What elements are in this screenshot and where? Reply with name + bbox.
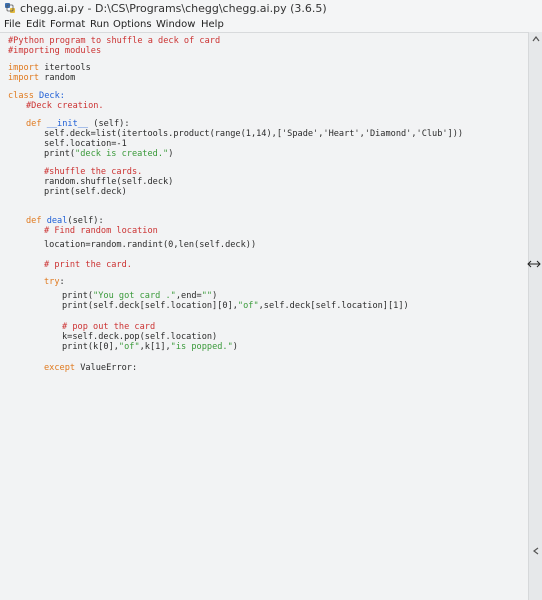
keyword: import (8, 63, 40, 73)
string-literal: "You got card ." (93, 291, 176, 301)
chevron-up-icon[interactable] (531, 34, 541, 44)
code-line-15: #shuffle the cards. (44, 167, 143, 177)
window-title: chegg.ai.py - D:\CS\Programs\chegg\chegg… (20, 2, 327, 15)
code-text: ,self.deck[self.location][1]) (258, 301, 409, 311)
code-editor[interactable]: #Python program to shuffle a deck of car… (0, 32, 528, 600)
code-text: itertools (39, 63, 91, 73)
resize-handle-icon[interactable] (527, 259, 541, 269)
chevron-down-icon[interactable] (531, 546, 541, 556)
code-text: ValueError: (75, 363, 138, 373)
string-literal: "" (201, 291, 213, 301)
code-line-7: class Deck: (8, 91, 65, 101)
code-line-13: print("deck is created.") (44, 149, 173, 159)
menu-bar: File Edit Format Run Options Window Help (0, 18, 542, 32)
string-literal: "of" (118, 342, 140, 352)
menu-run[interactable]: Run (90, 19, 109, 30)
class-name: Deck: (33, 91, 65, 101)
code-text: ,end= (175, 291, 202, 301)
code-line-2: #importing modules (8, 46, 102, 56)
vertical-scrollbar[interactable] (528, 32, 542, 600)
code-line-26: print("You got card .",end="") (62, 291, 217, 301)
code-text: ) (168, 149, 174, 159)
code-line-24: # print the card. (44, 260, 132, 270)
code-line-16: random.shuffle(self.deck) (44, 177, 174, 187)
code-line-30: k=self.deck.pop(self.location) (62, 332, 218, 342)
title-bar[interactable]: chegg.ai.py - D:\CS\Programs\chegg\chegg… (0, 0, 542, 18)
keyword: try (44, 277, 60, 287)
code-text: print(k[0], (62, 342, 119, 352)
code-line-1: #Python program to shuffle a deck of car… (8, 36, 221, 46)
idle-window: chegg.ai.py - D:\CS\Programs\chegg\chegg… (0, 0, 542, 600)
code-line-17: print(self.deck) (44, 187, 127, 197)
string-literal: "of" (237, 301, 259, 311)
python-idle-icon (5, 3, 15, 13)
menu-edit[interactable]: Edit (26, 19, 45, 30)
code-line-31: print(k[0],"of",k[1],"is popped.") (62, 342, 238, 352)
code-line-27: print(self.deck[self.location][0],"of",s… (62, 301, 409, 311)
keyword: def (26, 216, 42, 226)
code-line-4: import itertools (8, 63, 91, 73)
code-line-8: #Deck creation. (26, 101, 104, 111)
code-text: print(self.deck[self.location][0], (62, 301, 238, 311)
menu-file[interactable]: File (4, 19, 21, 30)
code-line-33: except ValueError: (44, 363, 137, 373)
menu-options[interactable]: Options (113, 19, 152, 30)
code-text: ) (212, 291, 218, 301)
code-text: random (39, 73, 76, 83)
menu-window[interactable]: Window (156, 19, 195, 30)
code-line-25: try: (44, 277, 65, 287)
function-name: __init__ (41, 119, 89, 129)
menu-help[interactable]: Help (201, 19, 224, 30)
code-text: print( (62, 291, 94, 301)
keyword: import (8, 73, 40, 83)
code-line-5: import random (8, 73, 75, 83)
string-literal: "deck is created." (75, 149, 169, 159)
code-line-11: self.deck=list(itertools.product(range(1… (44, 129, 464, 139)
code-text: (self): (67, 216, 104, 226)
keyword: def (26, 119, 42, 129)
code-text: : (59, 277, 65, 287)
code-text: (self): (88, 119, 130, 129)
code-line-21: # Find random location (44, 226, 158, 236)
keyword: except (44, 363, 76, 373)
code-line-29: # pop out the card (62, 322, 156, 332)
code-line-12: self.location=-1 (44, 139, 127, 149)
function-name: deal (41, 216, 68, 226)
code-line-20: def deal(self): (26, 216, 104, 226)
code-text: print( (44, 149, 76, 159)
string-literal: "is popped." (170, 342, 233, 352)
code-text: ) (232, 342, 238, 352)
code-line-22: location=random.randint(0,len(self.deck)… (44, 240, 257, 250)
menu-format[interactable]: Format (50, 19, 85, 30)
code-text: ,k[1], (139, 342, 171, 352)
code-line-10: def __init__ (self): (26, 119, 130, 129)
keyword: class (8, 91, 34, 101)
